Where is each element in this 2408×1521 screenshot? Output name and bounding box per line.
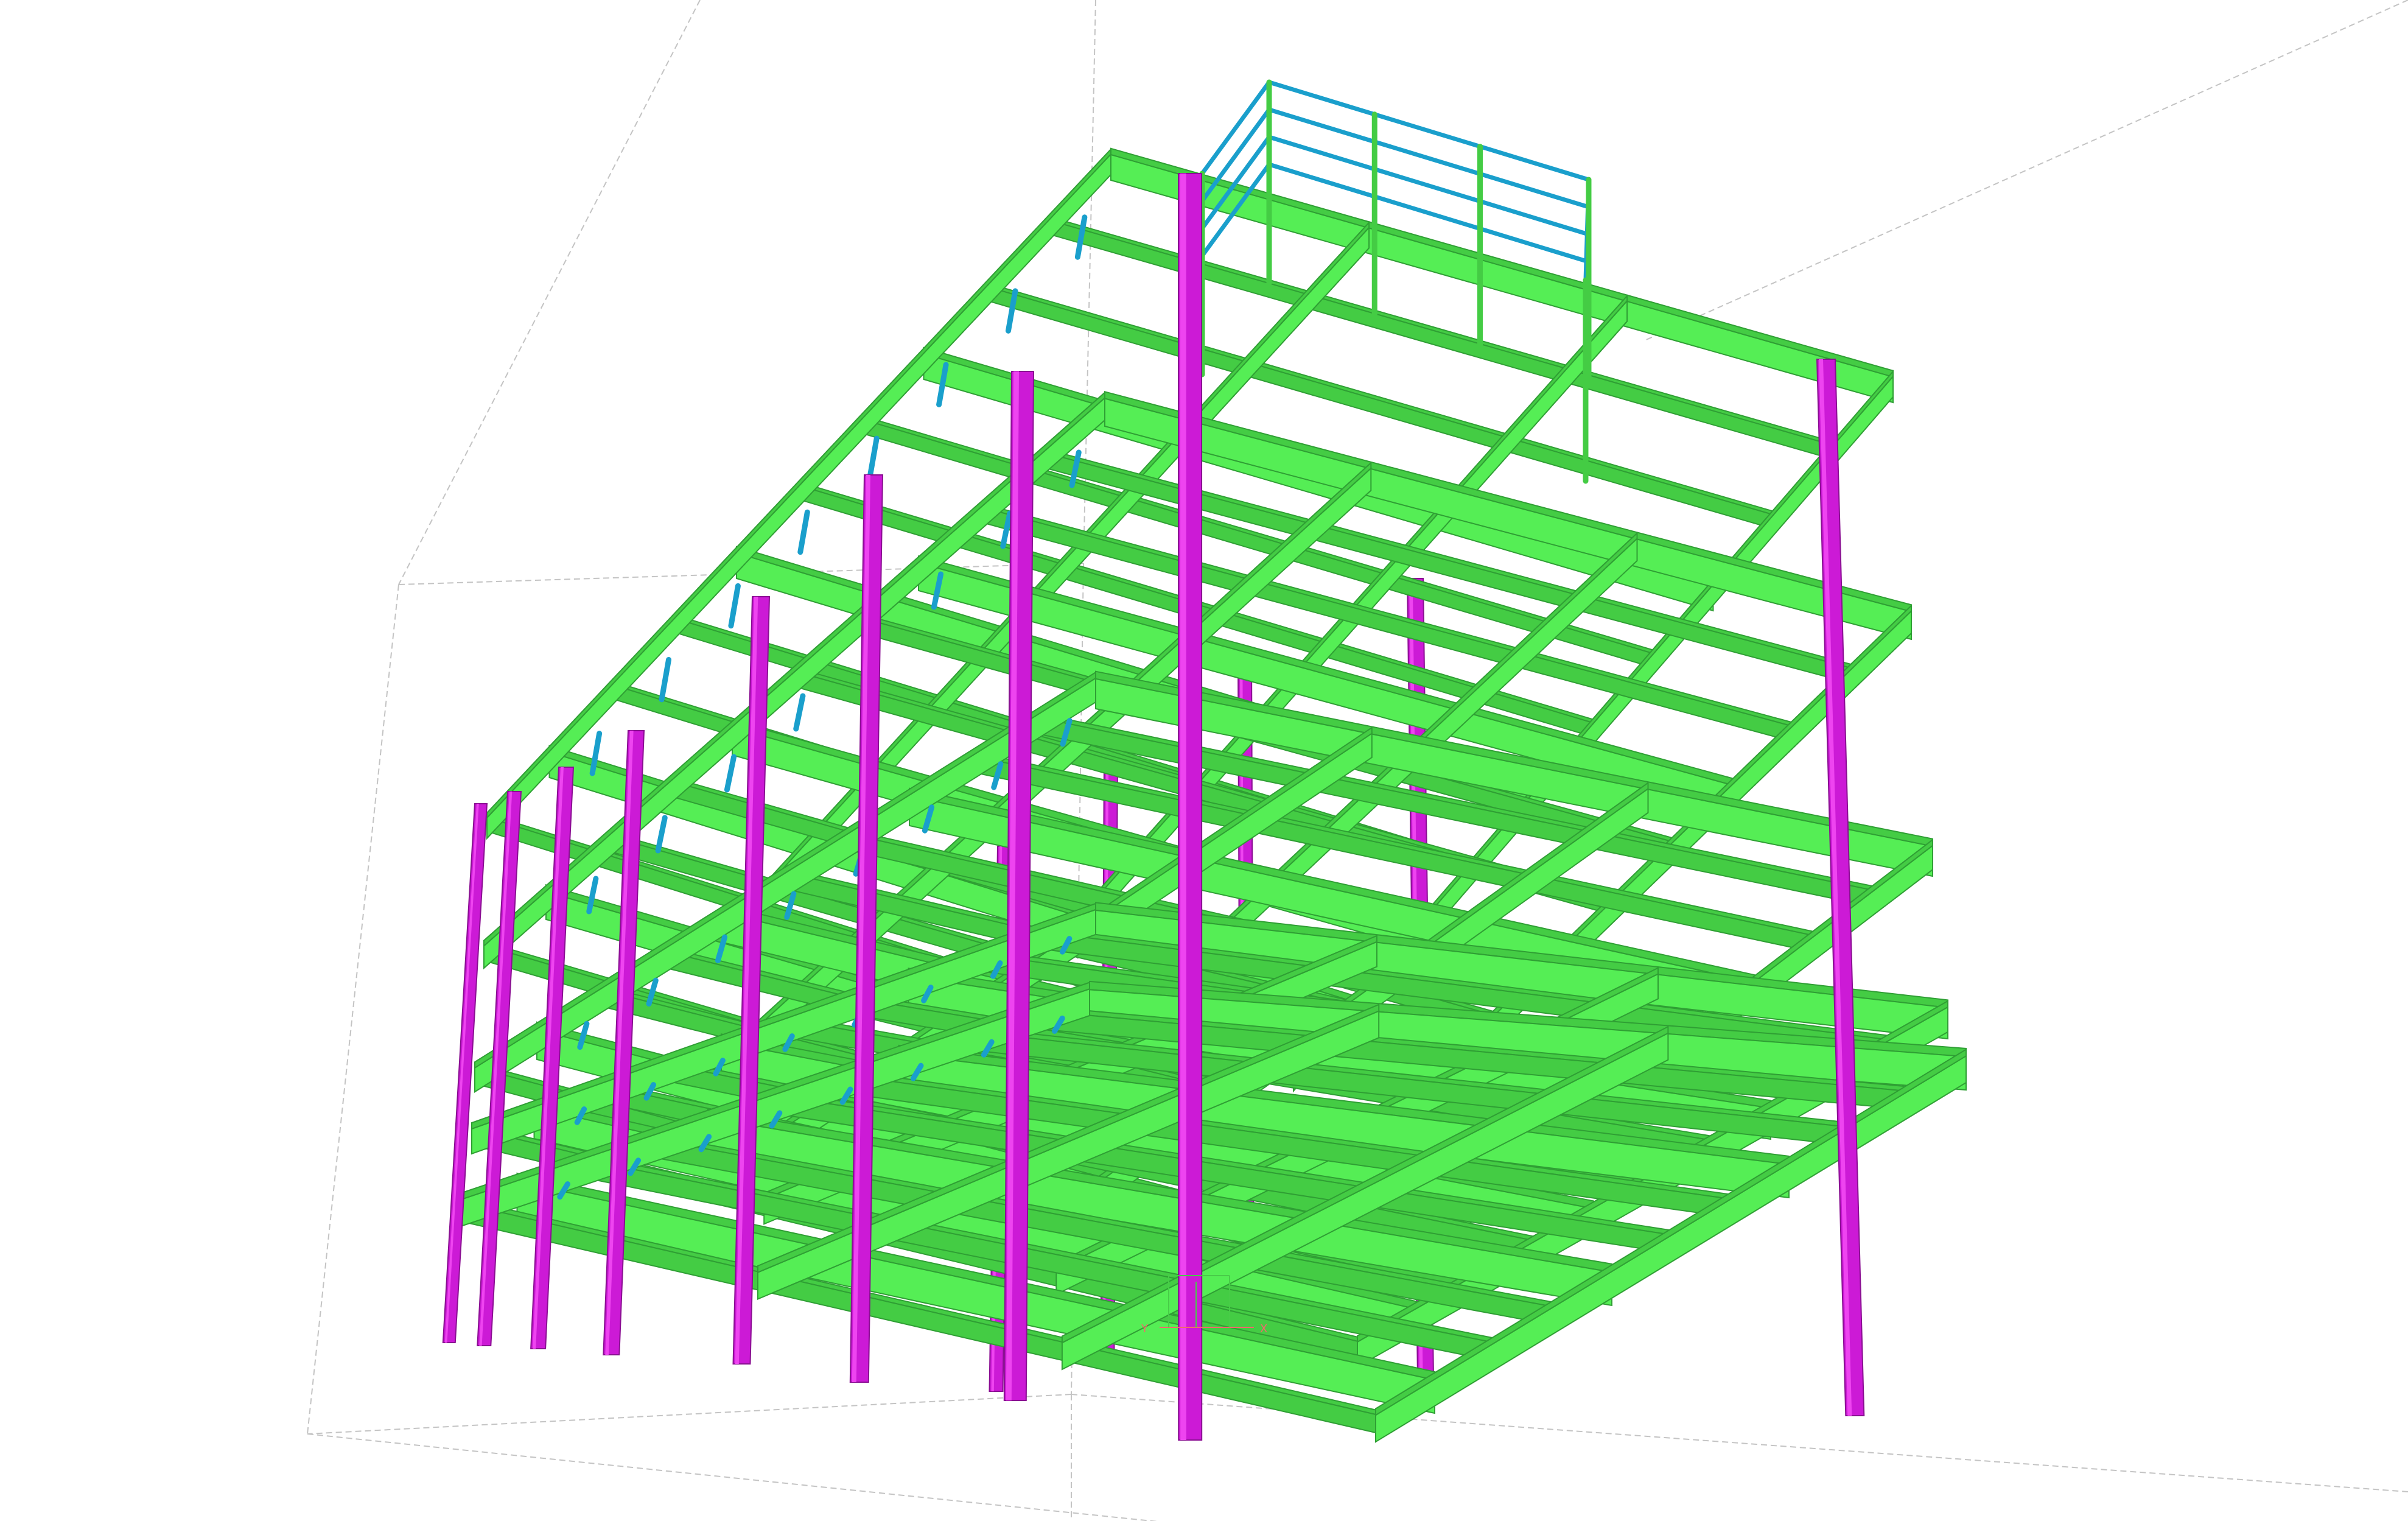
penthouse-member <box>1267 107 1591 209</box>
model-viewport[interactable]: Y X <box>0 0 2408 1521</box>
penthouse-member <box>1267 80 1591 182</box>
penthouse-member <box>1200 80 1272 176</box>
floor-4-brace <box>655 815 668 854</box>
floor-5-brace <box>728 583 741 629</box>
column-highlight <box>1180 174 1186 1440</box>
column-highlight <box>444 804 479 1343</box>
floor-beams <box>453 79 1967 1443</box>
floor-4-brace <box>724 754 737 793</box>
grid-line <box>1643 0 2408 342</box>
axis-y-label: Y <box>1141 1323 1149 1335</box>
grid-line <box>307 1394 1072 1435</box>
grid-line <box>307 1433 1158 1521</box>
grid-line <box>398 0 701 585</box>
axis-x-label: X <box>1260 1323 1267 1335</box>
floor-5-brace <box>1074 214 1088 260</box>
structural-frame-model: Y X <box>307 0 2408 1521</box>
grid-line <box>307 584 399 1435</box>
floor-4-brace <box>793 693 806 732</box>
floor-5-brace <box>797 509 810 555</box>
floor-5-brace <box>659 656 672 703</box>
floor-5-brace <box>867 435 880 482</box>
